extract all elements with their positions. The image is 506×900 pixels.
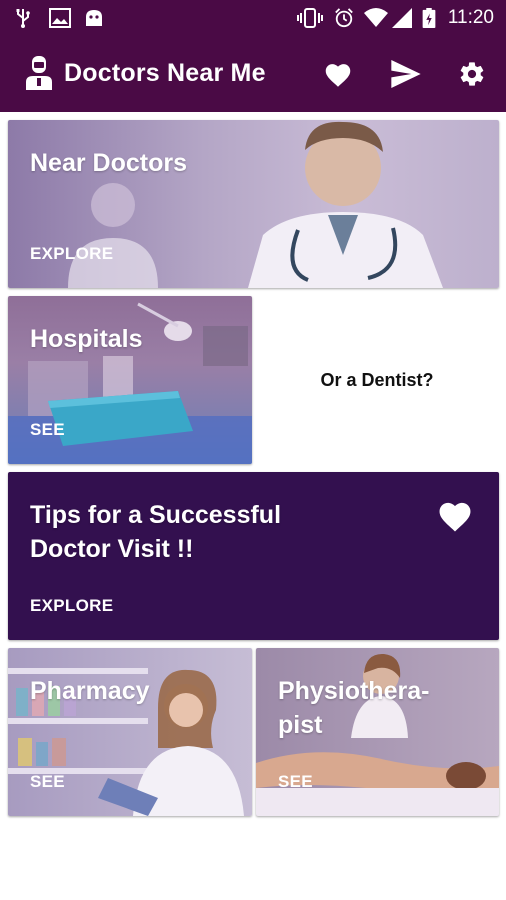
tips-title-line1: Tips for a Successful	[30, 501, 282, 529]
tips-title-line2: Doctor Visit !!	[30, 535, 194, 563]
near-doctors-card[interactable]: Near Doctors EXPLORE	[8, 120, 499, 288]
alarm-icon	[335, 8, 353, 28]
physiotherapist-card[interactable]: Physiothera- pist SEE	[256, 648, 499, 816]
hospitals-card[interactable]: Hospitals SEE	[8, 296, 252, 464]
battery-icon	[422, 8, 436, 28]
app-bar: Doctors Near Me	[0, 36, 506, 112]
heart-icon[interactable]	[436, 499, 474, 533]
app-title: Doctors Near Me	[64, 59, 266, 87]
physio-title-line2: pist	[278, 711, 323, 739]
send-icon[interactable]	[390, 60, 422, 88]
dentist-link[interactable]: Or a Dentist?	[252, 296, 502, 464]
settings-icon[interactable]	[458, 60, 486, 88]
status-bar: 11:20	[0, 0, 506, 36]
pharmacy-title: Pharmacy	[30, 677, 150, 705]
image-icon	[49, 8, 71, 28]
pharmacy-card[interactable]: Pharmacy SEE	[8, 648, 252, 816]
tips-explore[interactable]: EXPLORE	[30, 596, 113, 616]
dentist-label: Or a Dentist?	[320, 369, 434, 390]
near-doctors-title: Near Doctors	[30, 149, 187, 177]
physio-see[interactable]: SEE	[278, 772, 313, 792]
near-doctors-explore[interactable]: EXPLORE	[30, 244, 113, 264]
signal-icon	[392, 8, 412, 28]
tips-card[interactable]: Tips for a Successful Doctor Visit !! EX…	[8, 472, 499, 640]
hospitals-see[interactable]: SEE	[30, 420, 65, 440]
vibrate-icon	[297, 8, 323, 28]
physio-title-line1: Physiothera-	[278, 677, 430, 705]
status-time: 11:20	[447, 7, 494, 28]
heart-icon[interactable]	[323, 61, 353, 88]
pharmacy-see[interactable]: SEE	[30, 772, 65, 792]
wifi-icon	[364, 8, 388, 27]
android-icon	[86, 10, 102, 26]
hospitals-title: Hospitals	[30, 325, 143, 353]
doctor-icon	[26, 56, 52, 90]
usb-icon	[16, 9, 30, 28]
